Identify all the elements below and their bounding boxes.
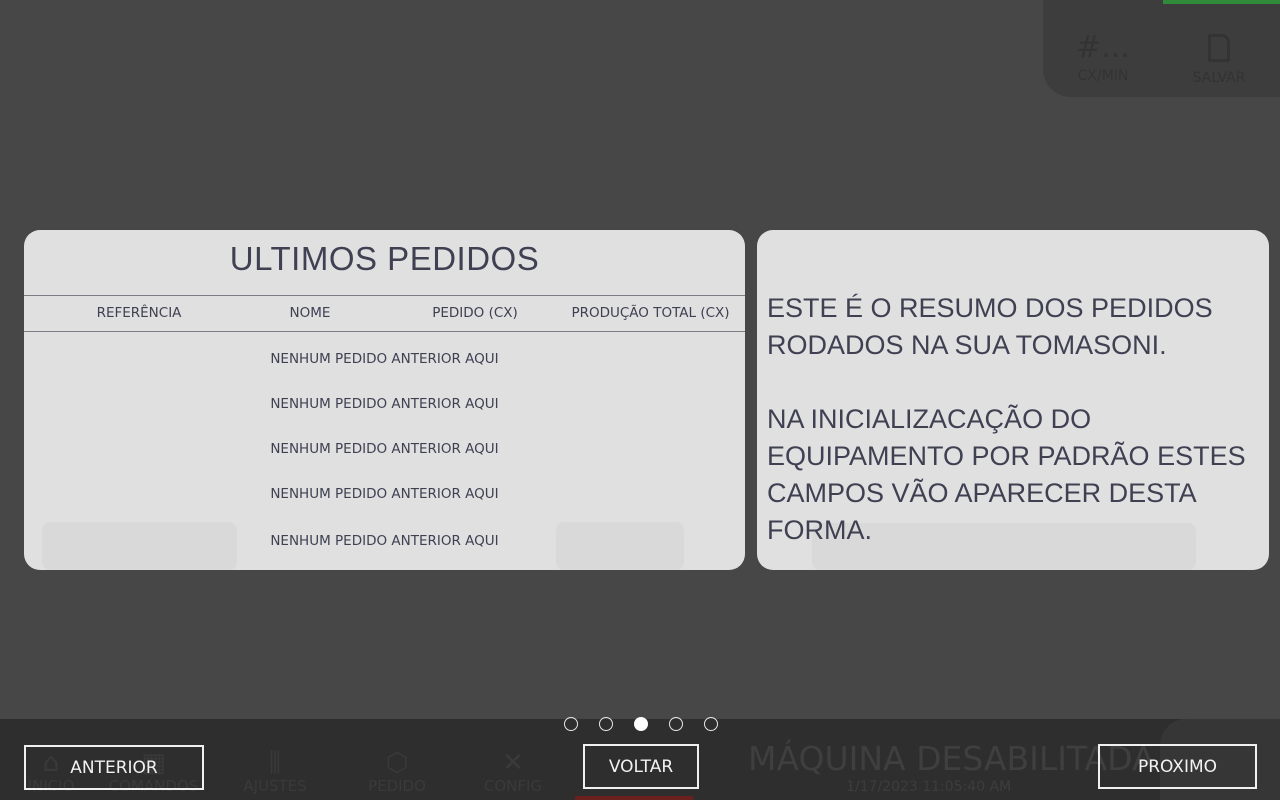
column-header-referencia: REFERÊNCIA (96, 305, 182, 321)
sd-card-icon (1208, 34, 1230, 62)
list-item: NENHUM PEDIDO ANTERIOR AQUI (270, 396, 499, 412)
save-button-bg: SALVAR (1189, 30, 1249, 86)
datetime-text: 1/17/2023 11:05:40 AM (846, 779, 1012, 795)
boxes-per-minute-stat: #... CX/MIN (1073, 30, 1133, 84)
nav-label: AJUSTES (243, 777, 307, 795)
info-paragraph: ESTE É O RESUMO DOS PEDIDOS RODADOS NA S… (767, 293, 1213, 360)
list-item: NENHUM PEDIDO ANTERIOR AQUI (270, 486, 499, 502)
panel-title: ULTIMOS PEDIDOS (229, 240, 540, 277)
boxes-icon: ⬡ (385, 748, 409, 778)
list-item: NENHUM PEDIDO ANTERIOR AQUI (270, 441, 499, 457)
page-dot[interactable] (669, 717, 683, 731)
status-indicator-bar (1163, 0, 1280, 4)
column-header-pedido: PEDIDO (CX) (432, 305, 518, 321)
page-indicator (564, 717, 718, 733)
column-header-nome: NOME (289, 305, 331, 321)
sliders-icon: ⫼ (269, 748, 281, 778)
page-dot[interactable] (564, 717, 578, 731)
save-label: SALVAR (1192, 70, 1246, 86)
info-panel: ESTE É O RESUMO DOS PEDIDOS RODADOS NA S… (757, 230, 1269, 570)
top-right-status-panel: #... CX/MIN SALVAR (1043, 0, 1280, 97)
page-dot-active[interactable] (634, 717, 648, 731)
nav-item-config: ✕ CONFIG (478, 749, 548, 795)
info-paragraph: NA INICIALIZACAÇÃO DO EQUIPAMENTO POR PA… (767, 404, 1246, 545)
active-tab-indicator (575, 796, 693, 800)
info-text: ESTE É O RESUMO DOS PEDIDOS RODADOS NA S… (767, 290, 1267, 549)
boxes-per-minute-value: #... (1076, 30, 1130, 65)
machine-status-text: MÁQUINA DESABILITADA (748, 739, 1155, 778)
list-item: NENHUM PEDIDO ANTERIOR AQUI (270, 351, 499, 367)
header-divider (24, 295, 745, 296)
header-divider (24, 331, 745, 332)
back-button[interactable]: VOLTAR (583, 744, 699, 789)
boxes-per-minute-label: CX/MIN (1077, 68, 1129, 84)
next-button[interactable]: PROXIMO (1098, 744, 1257, 789)
column-header-producao-total: PRODUÇÃO TOTAL (CX) (571, 305, 730, 321)
nav-label: CONFIG (483, 777, 543, 795)
page-dot[interactable] (599, 717, 613, 731)
page-dot[interactable] (704, 717, 718, 731)
nav-item-pedido: ⬡ PEDIDO (362, 749, 432, 795)
previous-button[interactable]: ANTERIOR (24, 745, 204, 790)
last-orders-panel: ULTIMOS PEDIDOS REFERÊNCIA NOME PEDIDO (… (24, 230, 745, 570)
nav-label: PEDIDO (368, 777, 426, 795)
list-item: NENHUM PEDIDO ANTERIOR AQUI (270, 533, 499, 549)
tools-icon: ✕ (502, 748, 524, 778)
nav-item-ajustes: ⫼ AJUSTES (240, 749, 310, 795)
